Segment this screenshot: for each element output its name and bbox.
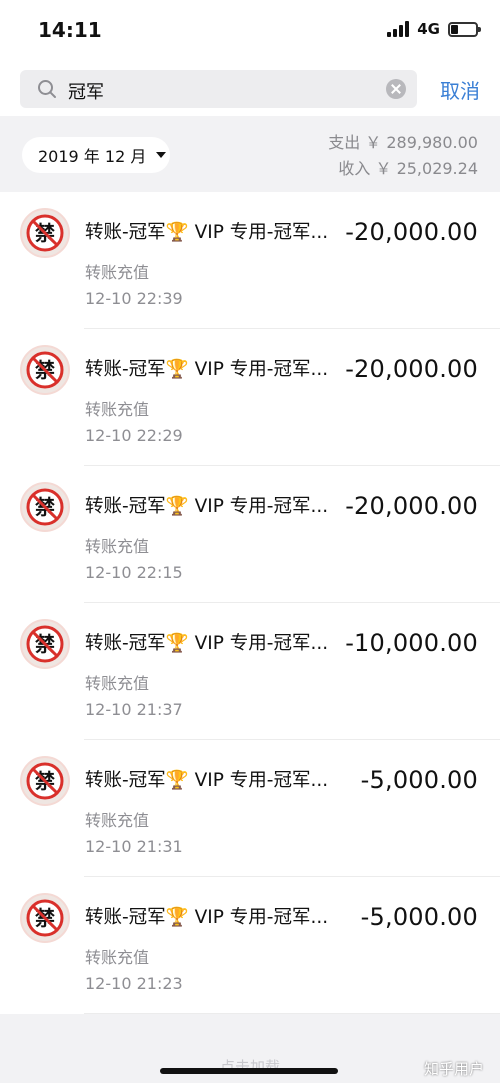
- transaction-time: 12-10 21:31: [85, 837, 183, 856]
- clear-icon[interactable]: [386, 79, 406, 99]
- prohibited-sign-icon: 禁: [20, 345, 70, 395]
- transaction-title: 转账-冠军🏆 VIP 专用-冠军...: [85, 766, 328, 792]
- transaction-amount: -20,000.00: [345, 492, 478, 520]
- transaction-time: 12-10 22:29: [85, 426, 183, 445]
- transaction-title: 转账-冠军🏆 VIP 专用-冠军...: [85, 629, 328, 655]
- title-suffix: VIP 专用-冠军...: [188, 359, 329, 380]
- transaction-list: 禁转账-冠军🏆 VIP 专用-冠军...-20,000.00转账充值12-10 …: [0, 192, 500, 1014]
- transaction-title: 转账-冠军🏆 VIP 专用-冠军...: [85, 492, 328, 518]
- trophy-icon: 🏆: [165, 633, 189, 654]
- transaction-time: 12-10 22:15: [85, 563, 183, 582]
- transaction-row[interactable]: 禁转账-冠军🏆 VIP 专用-冠军... -20,000.00 转账充值 12-10 …: [0, 192, 500, 329]
- transaction-row[interactable]: 禁转账-冠军🏆 VIP 专用-冠军... -5,000.00 转账充值 12-10 2…: [0, 877, 500, 1014]
- trophy-icon: 🏆: [165, 770, 189, 791]
- month-label: 2019 年 12 月: [38, 147, 147, 166]
- transaction-subtitle: 转账充值: [85, 263, 150, 282]
- expense-total: 支出 ￥ 289,980.00: [328, 133, 478, 152]
- battery-icon: [448, 21, 481, 37]
- watermark: 知乎用户: [423, 1060, 484, 1078]
- prohibited-sign-icon: 禁: [20, 893, 70, 943]
- prohibited-sign-icon: 禁: [20, 756, 70, 806]
- trophy-icon: 🏆: [165, 907, 189, 928]
- title-prefix: 转账-冠军: [85, 359, 166, 380]
- status-indicators: 4G: [387, 20, 481, 38]
- search-row: 冠军 取消: [0, 62, 500, 116]
- transaction-subtitle: 转账充值: [85, 537, 150, 556]
- transaction-title: 转账-冠军🏆 VIP 专用-冠军...: [85, 218, 328, 244]
- prohibited-sign-icon: 禁: [20, 619, 70, 669]
- summary-bar: 2019 年 12 月 支出 ￥ 289,980.00 收入 ￥ 25,029.…: [0, 116, 500, 192]
- transaction-row[interactable]: 禁转账-冠军🏆 VIP 专用-冠军... -20,000.00 转账充值 12-10 …: [0, 329, 500, 466]
- search-query: 冠军: [68, 82, 104, 103]
- status-time: 14:11: [38, 18, 102, 42]
- title-prefix: 转账-冠军: [85, 633, 166, 654]
- transaction-amount: -20,000.00: [345, 355, 478, 383]
- transaction-row[interactable]: 禁转账-冠军🏆 VIP 专用-冠军... -10,000.00 转账充值 12-10 …: [0, 603, 500, 740]
- search-input[interactable]: 冠军: [20, 70, 417, 108]
- summary-totals: 支出 ￥ 289,980.00 收入 ￥ 25,029.24: [328, 130, 478, 182]
- signal-icon: [387, 21, 410, 37]
- transaction-time: 12-10 22:39: [85, 289, 183, 308]
- title-suffix: VIP 专用-冠军...: [188, 633, 329, 654]
- prohibited-sign-icon: 禁: [20, 482, 70, 532]
- network-label: 4G: [417, 20, 440, 38]
- home-indicator: [160, 1068, 338, 1074]
- transaction-subtitle: 转账充值: [85, 948, 150, 967]
- prohibited-sign-icon: 禁: [20, 208, 70, 258]
- title-suffix: VIP 专用-冠军...: [188, 222, 329, 243]
- caret-down-icon: [156, 152, 167, 158]
- title-prefix: 转账-冠军: [85, 222, 166, 243]
- transaction-amount: -10,000.00: [345, 629, 478, 657]
- trophy-icon: 🏆: [165, 496, 189, 517]
- transaction-amount: -5,000.00: [360, 903, 478, 931]
- transaction-row[interactable]: 禁转账-冠军🏆 VIP 专用-冠军... -5,000.00 转账充值 12-10 2…: [0, 740, 500, 877]
- transaction-subtitle: 转账充值: [85, 674, 150, 693]
- title-prefix: 转账-冠军: [85, 907, 166, 928]
- title-prefix: 转账-冠军: [85, 496, 166, 517]
- transaction-amount: -5,000.00: [360, 766, 478, 794]
- trophy-icon: 🏆: [165, 359, 189, 380]
- transaction-subtitle: 转账充值: [85, 811, 150, 830]
- title-suffix: VIP 专用-冠军...: [188, 907, 329, 928]
- trophy-icon: 🏆: [165, 222, 189, 243]
- status-bar: 14:11 4G: [0, 0, 500, 62]
- title-suffix: VIP 专用-冠军...: [188, 496, 329, 517]
- transaction-title: 转账-冠军🏆 VIP 专用-冠军...: [85, 355, 328, 381]
- transaction-amount: -20,000.00: [345, 218, 478, 246]
- transaction-time: 12-10 21:37: [85, 700, 183, 719]
- month-selector[interactable]: 2019 年 12 月: [22, 137, 170, 173]
- transaction-row[interactable]: 禁转账-冠军🏆 VIP 专用-冠军... -20,000.00 转账充值 12-10 …: [0, 466, 500, 603]
- title-suffix: VIP 专用-冠军...: [188, 770, 329, 791]
- income-total: 收入 ￥ 25,029.24: [338, 159, 478, 178]
- search-icon: [38, 80, 56, 98]
- title-prefix: 转账-冠军: [85, 770, 166, 791]
- transaction-time: 12-10 21:23: [85, 974, 183, 993]
- transaction-title: 转账-冠军🏆 VIP 专用-冠军...: [85, 903, 328, 929]
- transaction-subtitle: 转账充值: [85, 400, 150, 419]
- footer: 点击加载 知乎用户: [0, 1014, 500, 1083]
- cancel-button[interactable]: 取消: [440, 75, 480, 104]
